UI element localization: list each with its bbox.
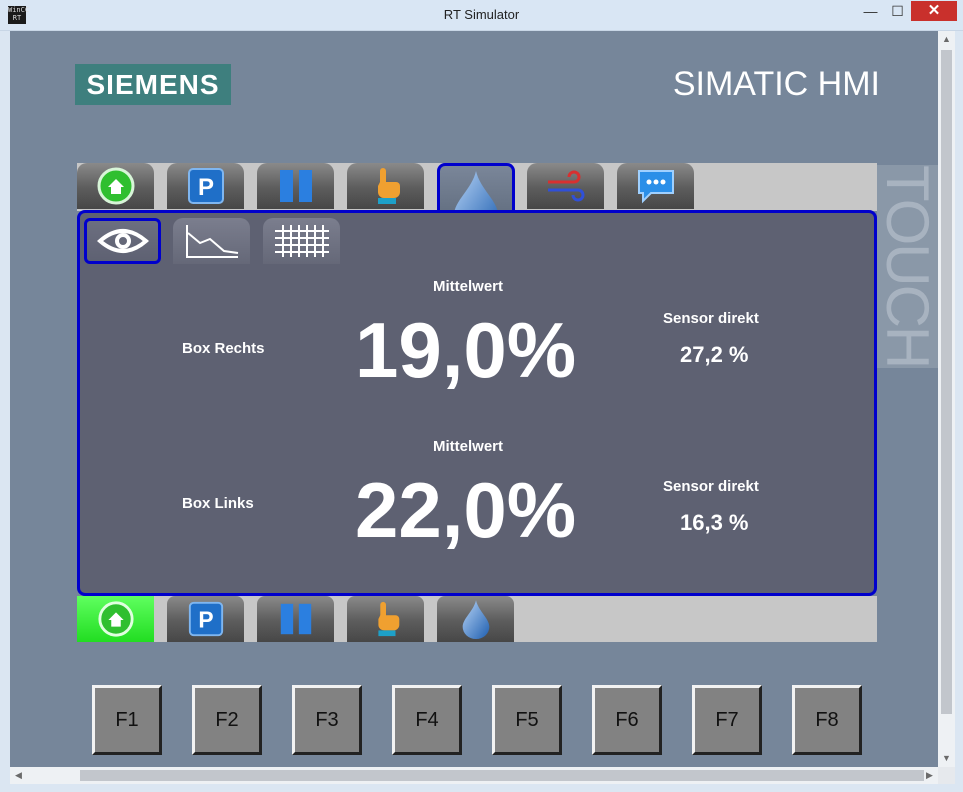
f7-key[interactable]: F7 — [692, 685, 762, 755]
scroll-up-icon[interactable]: ▲ — [938, 31, 955, 48]
bottom-nav-pause-button[interactable] — [257, 596, 334, 642]
water-drop-icon — [462, 600, 489, 639]
eye-icon — [96, 229, 149, 253]
svg-text:P: P — [197, 174, 213, 201]
nav-pause-button[interactable] — [257, 163, 334, 209]
minimize-button[interactable]: — — [857, 1, 884, 21]
simatic-hmi-label: SIMATIC HMI — [672, 65, 880, 103]
f2-key[interactable]: F2 — [192, 685, 262, 755]
nav-home-button[interactable] — [77, 163, 154, 209]
subtab-trend[interactable] — [173, 218, 250, 264]
bottom-nav-home-button[interactable] — [77, 596, 154, 642]
scroll-right-icon[interactable]: ▶ — [921, 767, 938, 784]
left-avg-value: 22,0% — [355, 466, 577, 554]
nav-parameter-button[interactable]: P — [167, 163, 244, 209]
parking-p-icon: P — [188, 601, 223, 637]
horizontal-scroll-thumb[interactable] — [80, 770, 924, 781]
f6-key[interactable]: F6 — [592, 685, 662, 755]
left-avg-label: Mittelwert — [433, 438, 504, 455]
airflow-icon — [547, 170, 584, 202]
hand-pointer-icon — [377, 601, 399, 637]
bottom-nav-parameter-button[interactable]: P — [167, 596, 244, 642]
f1-key[interactable]: F1 — [92, 685, 162, 755]
maximize-button[interactable]: ☐ — [884, 1, 911, 21]
left-sensor-label: Sensor direkt — [663, 478, 759, 495]
box-links-label: Box Links — [182, 495, 254, 512]
hand-pointer-icon — [377, 168, 400, 204]
right-sensor-value: 27,2 % — [680, 342, 749, 367]
nav-airflow-button[interactable] — [527, 163, 604, 209]
f5-key[interactable]: F5 — [492, 685, 562, 755]
svg-text:P: P — [198, 607, 213, 633]
scroll-left-icon[interactable]: ◀ — [10, 767, 27, 784]
pause-icon — [279, 170, 312, 202]
right-avg-value: 19,0% — [355, 306, 577, 394]
subtab-overview[interactable] — [84, 218, 161, 264]
siemens-logo: SIEMENS — [75, 64, 231, 105]
nav-messages-button[interactable] — [617, 163, 694, 209]
trend-chart-icon — [185, 225, 238, 258]
f3-key[interactable]: F3 — [292, 685, 362, 755]
parking-p-icon: P — [187, 168, 224, 204]
close-button[interactable]: ✕ — [911, 1, 957, 21]
touch-label: TOUCH — [874, 165, 941, 368]
vertical-scroll-thumb[interactable] — [941, 50, 952, 714]
left-sensor-value: 16,3 % — [680, 510, 749, 535]
scroll-down-icon[interactable]: ▼ — [938, 750, 955, 767]
right-sensor-label: Sensor direkt — [663, 310, 759, 327]
f8-key[interactable]: F8 — [792, 685, 862, 755]
scrollbar-corner — [938, 767, 955, 784]
window-title: RT Simulator — [443, 7, 520, 22]
f4-key[interactable]: F4 — [392, 685, 462, 755]
right-avg-label: Mittelwert — [433, 278, 504, 295]
chat-bubble-icon — [637, 170, 674, 204]
pause-icon — [280, 603, 311, 635]
bottom-nav-humidity-button[interactable] — [437, 596, 514, 642]
box-rechts-label: Box Rechts — [182, 340, 265, 357]
home-icon — [97, 167, 134, 205]
nav-manual-button[interactable] — [347, 163, 424, 209]
grid-icon — [274, 225, 329, 257]
home-icon — [97, 601, 134, 637]
subtab-table[interactable] — [263, 218, 340, 264]
bottom-nav-manual-button[interactable] — [347, 596, 424, 642]
